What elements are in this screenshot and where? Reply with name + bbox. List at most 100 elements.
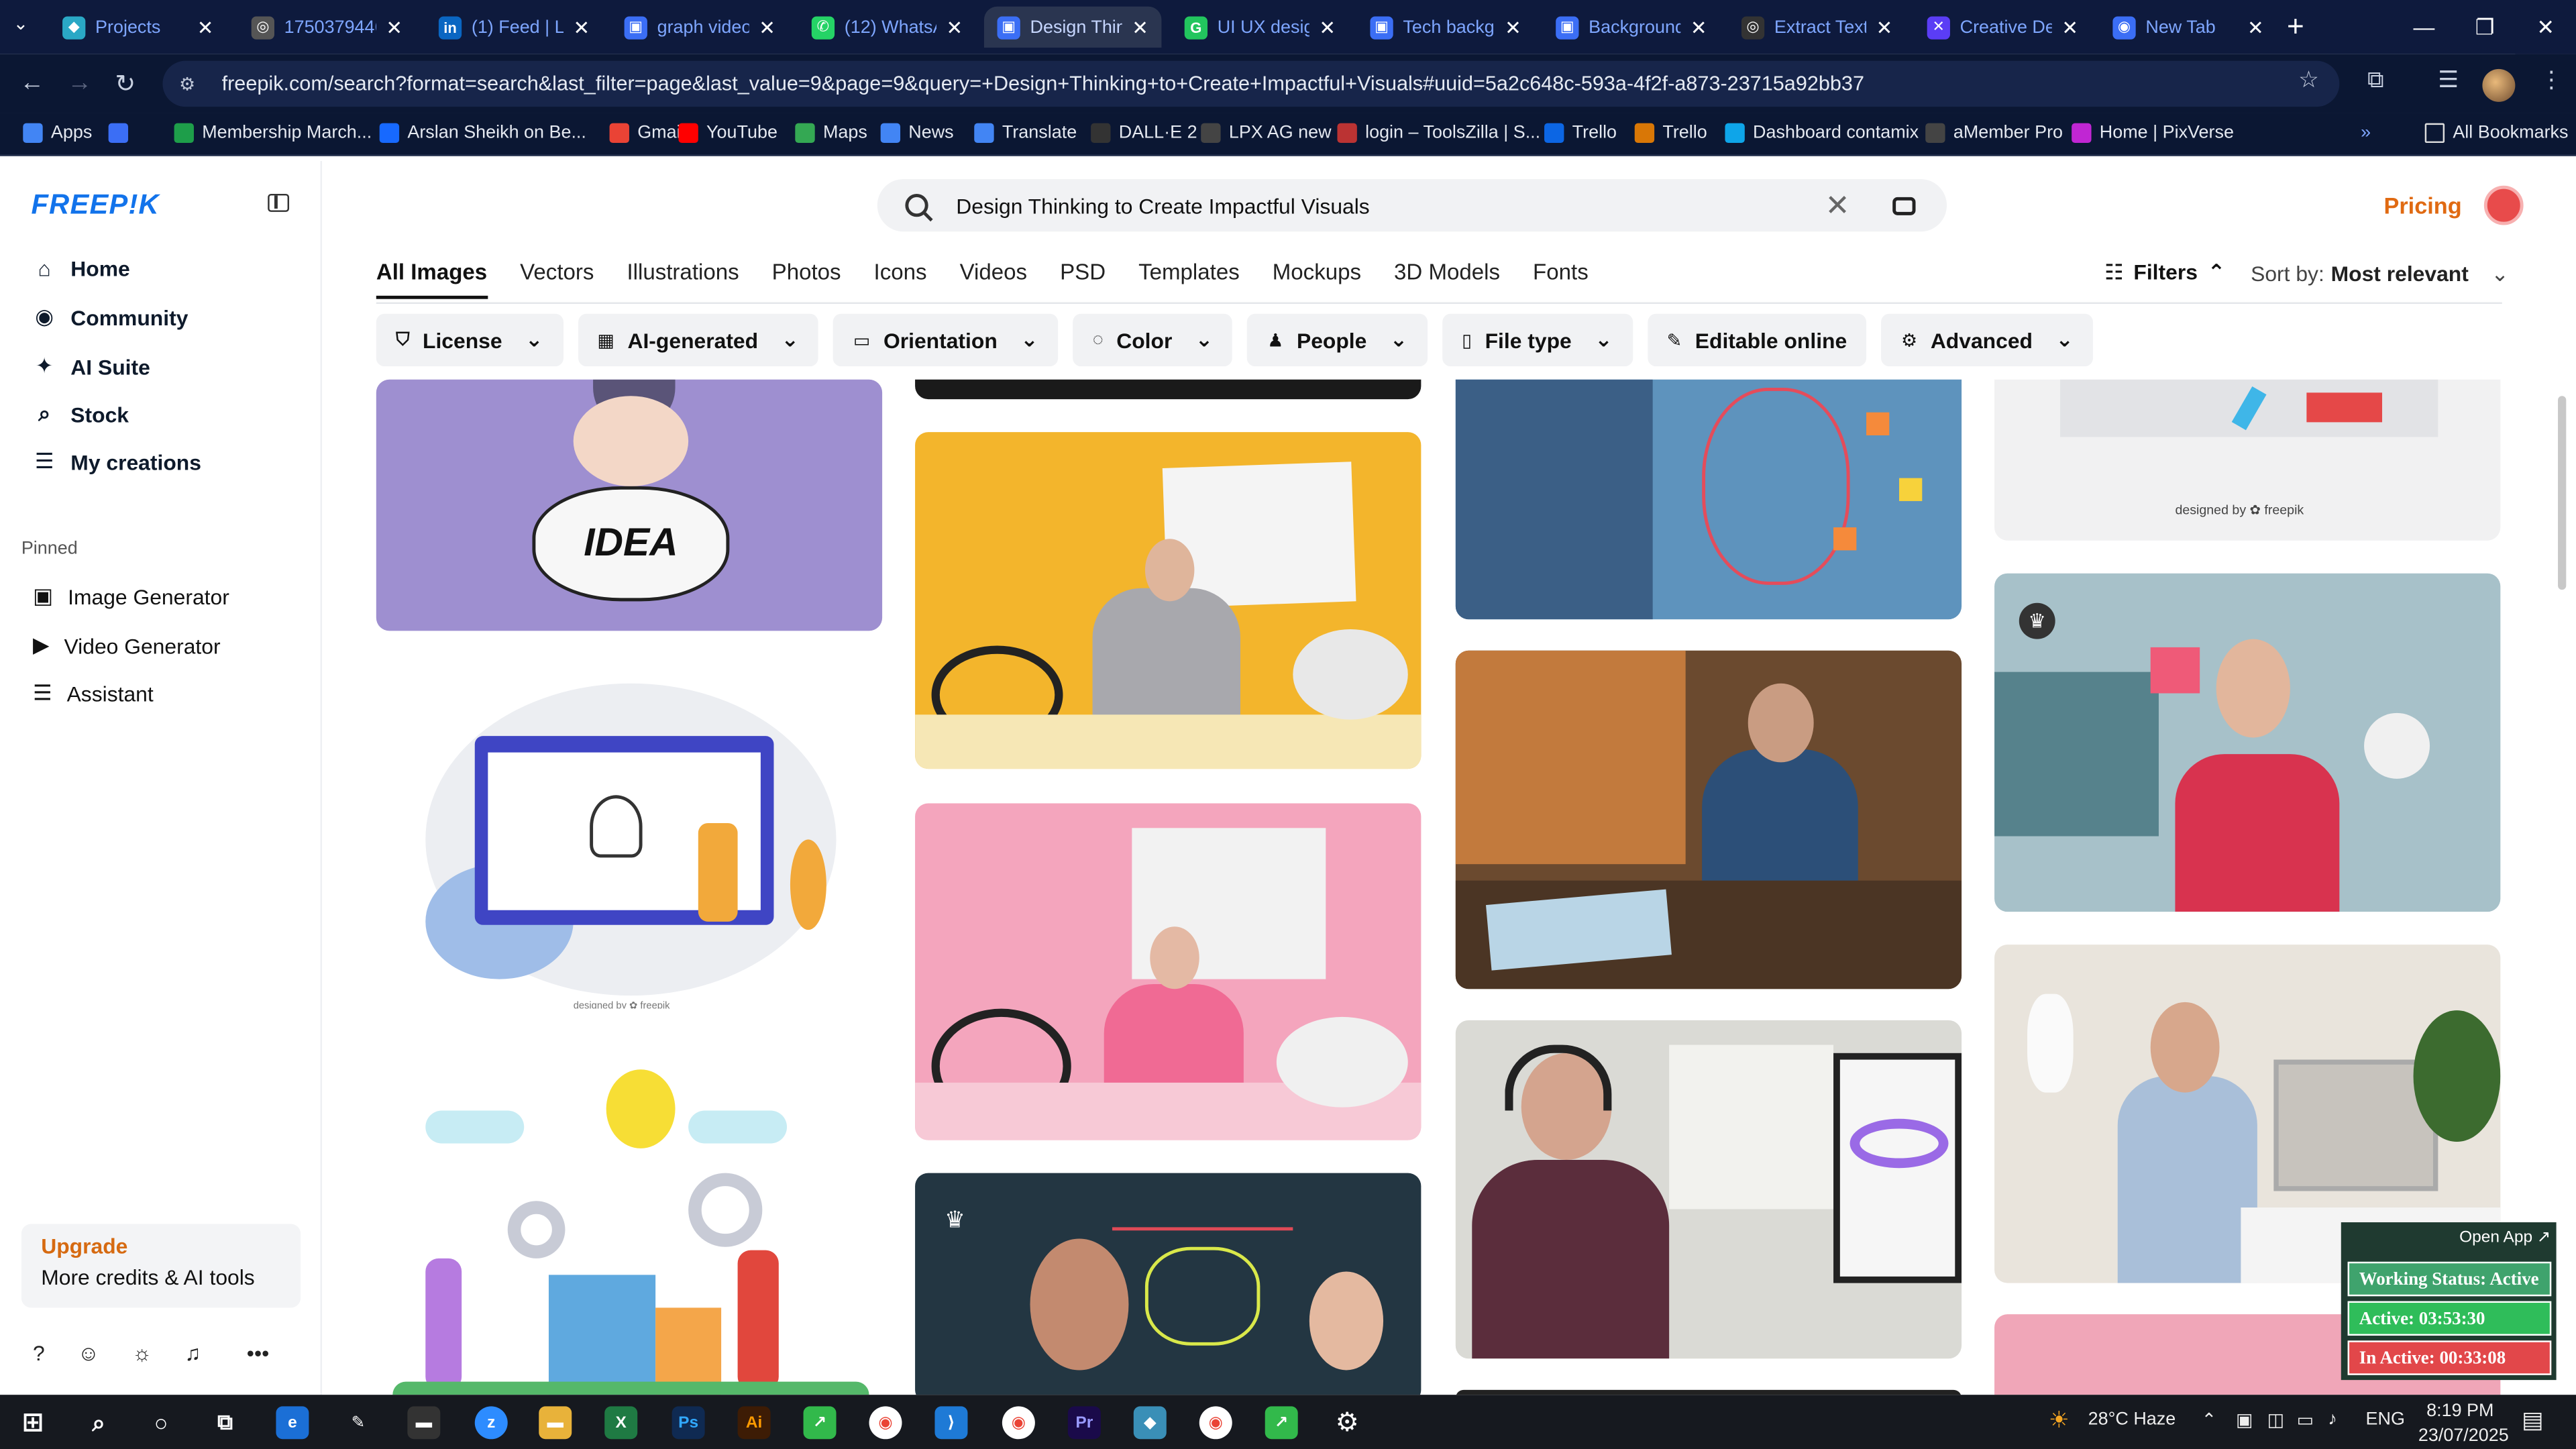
pinned-item[interactable]: ☰ Assistant [33,680,154,706]
network-icon[interactable]: ▭ [2297,1409,2314,1431]
browser-tab[interactable]: ▣ graph video ✕ [611,7,788,48]
minimize-button[interactable]: — [2394,0,2455,54]
bookmark-item[interactable]: Arslan Sheikh on Be... [379,123,586,144]
new-tab-button[interactable]: + [2287,10,2304,44]
freepik-logo[interactable]: FREEP!K [32,189,160,222]
browser-tab[interactable]: G UI UX design ✕ [1171,7,1348,48]
theme-toggle-icon[interactable]: ☼ [132,1340,152,1365]
weather-icon[interactable]: ☀ [2049,1406,2070,1434]
chrome-icon[interactable]: ◉ [869,1406,902,1440]
chrome-profile-icon[interactable]: ◉ [1199,1406,1232,1440]
bookmark-item[interactable]: Maps [795,123,867,144]
bookmark-item[interactable]: login – ToolsZilla | S... [1337,123,1540,144]
tab-close-icon[interactable]: ✕ [1505,15,1521,38]
pen-tool-icon[interactable]: ✎ [341,1406,374,1439]
app-diamond-icon[interactable]: ◆ [1133,1406,1167,1440]
search-input[interactable]: Design Thinking to Create Impactful Visu… [956,193,1825,218]
browser-tab[interactable]: ✆ (12) WhatsAp ✕ [798,7,975,48]
file-explorer-icon[interactable]: ▬ [539,1406,572,1440]
camera-search-icon[interactable] [1892,196,1916,215]
media-controls-icon[interactable]: ☰ [2438,66,2459,94]
category-tab[interactable]: PSD [1060,260,1106,299]
tab-close-icon[interactable]: ✕ [2061,15,2078,38]
bookmark-item[interactable]: DALL·E 2 [1091,123,1197,144]
edge-icon[interactable]: e [276,1406,309,1440]
filter-chip[interactable]: ▯ File type ⌄ [1442,313,1633,367]
settings-gear-icon[interactable]: ⚙ [1331,1406,1364,1439]
open-app-link[interactable]: Open App ↗ [2459,1229,2551,1247]
chrome-active-icon[interactable]: ◉ [1002,1406,1035,1440]
extensions-icon[interactable]: ⧉ [2367,66,2383,94]
app-green-icon[interactable]: ↗ [803,1406,837,1440]
category-tab[interactable]: Photos [772,260,841,299]
filters-button[interactable]: ☷ Filters ⌃ [2104,260,2225,286]
page-scrollbar-thumb[interactable] [2558,396,2567,590]
result-pink-desk[interactable] [915,803,1421,1140]
reload-icon[interactable]: ↻ [115,69,136,99]
notifications-icon[interactable]: ▤ [2522,1406,2543,1434]
tab-close-icon[interactable]: ✕ [2247,15,2264,38]
excel-icon[interactable]: X [604,1406,638,1440]
result-design-illustration[interactable]: designed by ✿ freepik [376,675,883,1009]
volume-icon[interactable]: ♪ [2328,1409,2337,1429]
result-idea-girl[interactable]: IDEA [376,379,883,631]
browser-tab[interactable]: ▣ Background ✕ [1543,7,1720,48]
browser-tab[interactable]: ✕ Creative Des ✕ [1914,7,2091,48]
tab-close-icon[interactable]: ✕ [1132,15,1148,38]
bookmark-item[interactable]: aMember Pro [1925,123,2063,144]
result-woman-glass-board[interactable]: ♛ [1994,573,2501,912]
sort-dropdown[interactable]: Sort by: Most relevant ⌄ [2251,261,2509,287]
filter-chip[interactable]: ▭ Orientation ⌄ [833,313,1059,367]
bookmark-item[interactable]: Apps [23,123,92,144]
more-bookmarks-chevron-icon[interactable]: » [2361,123,2371,143]
premiere-icon[interactable]: Pr [1067,1406,1101,1440]
bookmark-item[interactable]: Translate [974,123,1077,144]
bookmark-item[interactable] [108,123,137,144]
site-info-icon[interactable]: ⚙ [179,73,205,94]
search-icon[interactable]: ⌕ [82,1406,115,1439]
browser-tab[interactable]: ▣ Tech backgr ✕ [1357,7,1534,48]
clear-search-icon[interactable]: ✕ [1825,188,1850,222]
windows-start-icon[interactable]: ⊞ [16,1406,49,1439]
address-bar[interactable]: ⚙ freepik.com/search?format=search&last_… [162,60,2340,107]
result-bottom-cut[interactable] [1455,1389,1962,1395]
sidebar-collapse-icon[interactable] [268,193,290,212]
bookmark-item[interactable]: YouTube [678,123,777,144]
category-tab[interactable]: Fonts [1533,260,1589,299]
result-woman-tablet[interactable] [1455,1020,1962,1359]
pricing-link[interactable]: Pricing [2383,193,2461,219]
category-tab[interactable]: Vectors [520,260,594,299]
filter-chip[interactable]: ⛉ License ⌄ [376,313,563,367]
clock-time[interactable]: 8:19 PM [2426,1401,2493,1421]
sidebar-item[interactable]: ✦ AI Suite [33,354,150,380]
result-dark-top[interactable] [915,379,1421,400]
bookmark-item[interactable]: Dashboard contamix [1725,123,1919,144]
browser-tab[interactable]: ◎ Extract Text ✕ [1728,7,1905,48]
more-options-icon[interactable]: ••• [247,1340,269,1365]
discord-icon[interactable]: ☺ [78,1340,100,1365]
close-window-button[interactable]: ✕ [2515,0,2576,54]
zoom-icon[interactable]: z [474,1406,508,1440]
filter-chip[interactable]: ⚙ Advanced ⌄ [1881,313,2094,367]
upgrade-card[interactable]: Upgrade More credits & AI tools [21,1224,301,1308]
sidebar-item[interactable]: ⌕ Stock [33,401,129,427]
sidebar-item[interactable]: ☰ My creations [33,449,201,475]
bookmark-item[interactable]: LPX AG new [1201,123,1332,144]
bookmark-item[interactable]: Trello [1634,123,1707,144]
vscode-icon[interactable]: ⟩ [934,1406,968,1440]
browser-tab[interactable]: ◆ Projects ✕ [49,7,226,48]
category-tab[interactable]: 3D Models [1394,260,1500,299]
tab-search-chevron-icon[interactable]: ⌄ [13,13,29,34]
filter-chip[interactable]: ▦ AI-generated ⌄ [578,313,819,367]
category-tab[interactable]: Mockups [1273,260,1361,299]
result-man-painting[interactable] [1455,650,1962,989]
restore-button[interactable]: ❐ [2455,0,2516,54]
result-yellow-desk[interactable] [915,432,1421,769]
tray-chevron-icon[interactable]: ⌃ [2202,1409,2217,1431]
illustrator-icon[interactable]: Ai [737,1406,771,1440]
filter-chip[interactable]: ✎ Editable online [1647,313,1867,367]
tray-app-icon[interactable]: ▣ [2236,1409,2253,1431]
browser-menu-icon[interactable]: ⋮ [2540,66,2563,94]
bookmark-item[interactable]: News [880,123,954,144]
category-tab[interactable]: Videos [960,260,1028,299]
